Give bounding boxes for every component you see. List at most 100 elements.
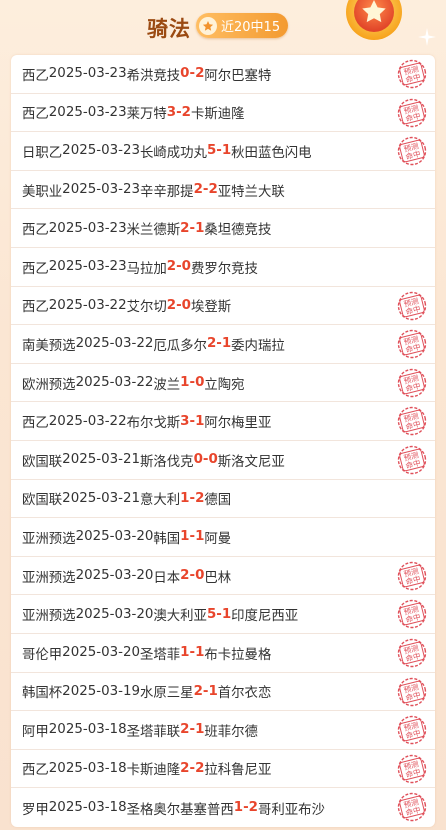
page-title: 骑法: [147, 17, 191, 41]
home-team: 斯洛伐克: [140, 454, 194, 470]
prediction-hit-stamp-icon: 预测命中: [397, 638, 427, 668]
hit-rate-label: 近20中15: [221, 20, 281, 35]
away-team: 卡斯迪隆: [191, 107, 245, 123]
away-score: 1: [195, 413, 205, 429]
match-date: 2025-03-23: [48, 220, 127, 236]
prediction-hit-stamp-icon: 预测命中: [397, 445, 427, 475]
match-league: 西乙: [22, 300, 49, 316]
prediction-hit-stamp-icon: 预测命中: [397, 136, 427, 166]
match-league: 西乙: [22, 68, 49, 84]
home-score: 3: [180, 413, 190, 429]
match-row[interactable]: 韩国杯 2025-03-19 水原三星 2 - 1 首尔衣恋 预测 命中: [11, 673, 435, 712]
match-row[interactable]: 亚洲预选 2025-03-20 澳大利亚 5 - 1 印度尼西亚 预测 命中: [11, 595, 435, 634]
home-score: 1: [233, 800, 244, 816]
away-score: 2: [208, 182, 218, 198]
match-league: 南美预选: [22, 338, 76, 354]
prediction-hit-stamp-icon: 预测命中: [397, 677, 427, 706]
home-score: 2: [180, 760, 190, 776]
match-date: 2025-03-20: [75, 529, 154, 545]
star-icon: [199, 16, 217, 35]
match-row[interactable]: 阿甲 2025-03-18 圣塔菲联 2 - 1 班菲尔德 预测 命中: [11, 711, 435, 750]
match-league: 西乙: [22, 416, 49, 432]
prediction-list: 西乙 2025-03-23 希洪竞技 0 - 2 阿尔巴塞特 预测 命中 西乙 2025-…: [11, 55, 435, 827]
away-team: 德国: [204, 493, 232, 509]
away-score: 2: [248, 800, 258, 816]
prediction-hit-stamp-icon: 预测命中: [397, 407, 427, 436]
away-team: 亚特兰大联: [217, 184, 285, 200]
match-row[interactable]: 欧洲预选 2025-03-22 波兰 1 - 0 立陶宛 预测 命中: [11, 364, 435, 403]
home-score: 5: [206, 143, 217, 159]
home-team: 卡斯迪隆: [126, 763, 181, 779]
match-league: 欧洲预选: [22, 377, 76, 393]
away-score: 0: [181, 297, 191, 313]
home-team: 日本: [153, 570, 181, 586]
home-team: 韩国: [153, 531, 181, 547]
match-date: 2025-03-20: [75, 568, 154, 584]
match-date: 2025-03-22: [48, 297, 127, 313]
match-row[interactable]: 西乙 2025-03-22 艾尔切 2 - 0 埃登斯 预测 命中: [11, 287, 435, 326]
away-team: 阿尔巴塞特: [204, 68, 272, 84]
match-league: 西乙: [22, 107, 49, 123]
home-score: 5: [206, 606, 217, 622]
match-row[interactable]: 亚洲预选 2025-03-20 韩国 1 - 1 阿曼: [11, 518, 435, 557]
match-date: 2025-03-22: [75, 336, 154, 352]
home-team: 圣塔菲联: [126, 724, 181, 740]
match-league: 阿甲: [22, 724, 49, 740]
match-league: 日职乙: [22, 145, 63, 161]
match-league: 西乙: [22, 763, 49, 779]
match-row[interactable]: 西乙 2025-03-22 布尔戈斯 3 - 1 阿尔梅里亚 预测 命中: [11, 402, 435, 441]
match-row[interactable]: 西乙 2025-03-18 卡斯迪隆 2 - 2 拉科鲁尼亚 预测 命中: [11, 750, 435, 789]
match-date: 2025-03-22: [75, 375, 154, 391]
match-row[interactable]: 西乙 2025-03-23 马拉加 2 - 0 费罗尔竞技: [11, 248, 435, 287]
home-score: 1: [180, 645, 190, 661]
prediction-hit-stamp-icon: 预测命中: [397, 368, 427, 397]
match-date: 2025-03-18: [48, 760, 127, 776]
away-score: 1: [195, 220, 205, 236]
away-score: 1: [195, 722, 205, 738]
away-score: 2: [195, 66, 205, 82]
match-row[interactable]: 西乙 2025-03-23 莱万特 3 - 2 卡斯迪隆 预测 命中: [11, 94, 435, 133]
header: 骑法 近20中15: [0, 0, 446, 52]
away-score: 1: [208, 683, 218, 699]
away-score: 0: [181, 259, 191, 275]
away-team: 费罗尔竞技: [191, 261, 258, 277]
match-row[interactable]: 西乙 2025-03-23 希洪竞技 0 - 2 阿尔巴塞特 预测 命中: [11, 55, 435, 94]
match-league: 美职业: [22, 184, 63, 200]
match-row[interactable]: 欧国联 2025-03-21 斯洛伐克 0 - 0 斯洛文尼亚 预测 命中: [11, 441, 435, 480]
home-team: 马拉加: [126, 261, 167, 277]
home-team: 水原三星: [140, 686, 194, 702]
away-team: 埃登斯: [191, 300, 232, 316]
match-row[interactable]: 日职乙 2025-03-23 长崎成功丸 5 - 1 秋田蓝色闪电 预测 命中: [11, 132, 435, 171]
away-score: 1: [221, 336, 232, 352]
home-score: 2: [193, 683, 203, 699]
away-team: 印度尼西亚: [231, 609, 299, 625]
match-league: 亚洲预选: [22, 609, 76, 625]
match-row[interactable]: 亚洲预选 2025-03-20 日本 2 - 0 巴林 预测 命中: [11, 557, 435, 596]
away-team: 班菲尔德: [204, 724, 258, 740]
away-score: 2: [181, 104, 191, 120]
match-row[interactable]: 哥伦甲 2025-03-20 圣塔菲 1 - 1 布卡拉曼格 预测 命中: [11, 634, 435, 673]
away-score: 1: [221, 143, 232, 159]
prediction-hit-stamp-icon: 预测命中: [397, 329, 427, 359]
home-team: 长崎成功丸: [140, 145, 207, 161]
match-row[interactable]: 南美预选 2025-03-22 厄瓜多尔 2 - 1 委内瑞拉 预测 命中: [11, 325, 435, 364]
match-league: 欧国联: [22, 454, 63, 470]
match-row[interactable]: 罗甲 2025-03-18 圣格奥尔基塞普西 1 - 2 哥利亚布沙 预测 命中: [11, 788, 435, 827]
match-league: 西乙: [22, 223, 49, 239]
home-team: 莱万特: [126, 107, 167, 123]
match-date: 2025-03-22: [48, 413, 127, 429]
home-score: 2: [166, 297, 177, 313]
away-score: 0: [208, 452, 218, 468]
away-score: 0: [195, 568, 205, 584]
match-row[interactable]: 美职业 2025-03-23 辛辛那提 2 - 2 亚特兰大联: [11, 171, 435, 210]
match-row[interactable]: 西乙 2025-03-23 米兰德斯 2 - 1 桑坦德竞技: [11, 209, 435, 248]
sparkle-icon: [418, 28, 436, 46]
away-team: 阿曼: [204, 531, 232, 547]
away-team: 首尔衣恋: [217, 686, 272, 702]
match-league: 欧国联: [22, 493, 63, 509]
home-score: 1: [180, 490, 190, 506]
match-date: 2025-03-19: [62, 683, 140, 699]
match-row[interactable]: 欧国联 2025-03-21 意大利 1 - 2 德国: [11, 480, 435, 519]
away-team: 阿尔梅里亚: [204, 416, 272, 432]
home-score: 2: [166, 259, 177, 275]
